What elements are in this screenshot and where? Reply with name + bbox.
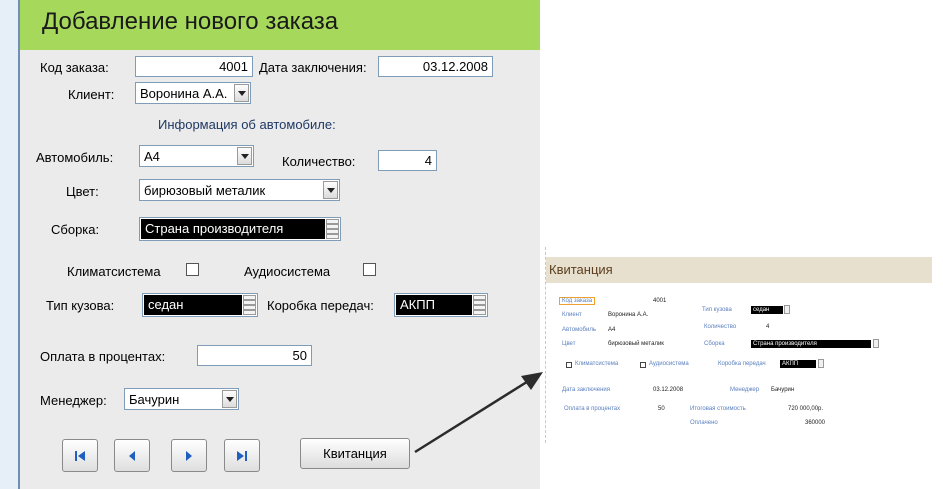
receipt-preview: Квитанция Код заказа 4001 Тип кузова сед… [545,247,932,443]
scroll-up-icon[interactable] [473,295,486,305]
order-code-label: Код заказа: [40,60,109,75]
assembly-value: Страна производителя [141,219,325,239]
receipt-title: Квитанция [549,262,613,277]
receipt-client-value: Воронина А.А. [608,312,649,318]
receipt-order-code-label: Код заказа [559,297,596,305]
chevron-down-icon[interactable] [234,84,249,102]
receipt-body-type-label: Тип кузова [702,307,732,313]
body-type-label: Тип кузова: [46,298,115,313]
assembly-listbox[interactable]: Страна производителя [139,217,341,241]
receipt-order-code-value: 4001 [653,298,667,304]
color-label: Цвет: [66,184,99,199]
first-record-icon [75,450,85,461]
receipt-body-type-value: седан [751,306,783,314]
payment-field[interactable]: 50 [197,345,312,366]
color-combo[interactable]: бирюзовый металик [139,179,340,201]
arrow-icon [414,372,543,454]
assembly-scroll[interactable] [326,219,339,239]
previous-record-icon [129,450,135,461]
body-type-listbox[interactable]: седан [142,293,258,317]
color-value: бирюзовый металик [144,183,266,198]
chevron-down-icon[interactable] [323,181,338,199]
receipt-quantity-label: Количество [704,324,737,330]
receipt-quantity-value: 4 [766,324,770,330]
manager-combo[interactable]: Бачурин [124,388,239,410]
receipt-body-type-spin [784,305,790,314]
gearbox-value: АКПП [396,295,472,315]
chevron-down-icon[interactable] [237,147,252,165]
climate-checkbox[interactable] [186,263,199,276]
gearbox-scroll[interactable] [473,295,486,315]
form-header: Добавление нового заказа [0,0,540,50]
client-value: Воронина А.А. [140,86,228,101]
date-label: Дата заключения: [259,60,367,75]
assembly-label: Сборка: [51,222,100,237]
receipt-car-value: А4 [608,327,616,333]
receipt-climate-checkbox [566,362,572,368]
scroll-down-icon[interactable] [243,305,256,315]
receipt-paid-value: 360000 [805,420,826,426]
receipt-manager-label: Менеджер [730,387,760,393]
last-record-button[interactable] [224,439,260,472]
receipt-date-label: Дата заключения [562,387,610,393]
scroll-up-icon[interactable] [326,219,339,229]
receipt-car-label: Автомобиль [562,327,596,333]
date-field[interactable]: 03.12.2008 [378,56,493,77]
next-record-button[interactable] [171,439,207,472]
receipt-color-value: бирюзовый металик [608,341,664,347]
receipt-payment-value: 50 [658,406,665,412]
scroll-down-icon[interactable] [326,229,339,239]
payment-label: Оплата в процентах: [40,349,166,364]
receipt-total-value: 720 000,00р. [788,406,824,412]
receipt-gearbox-label: Коробка передач [718,361,766,367]
receipt-audio-label: Аудиосистема [649,361,689,367]
gearbox-listbox[interactable]: АКПП [394,293,488,317]
receipt-gearbox-value: АКПП [780,360,816,368]
receipt-manager-value: Бачурин [771,387,795,393]
client-label: Клиент: [68,87,115,102]
next-record-icon [186,450,192,461]
receipt-assembly-spin [873,339,879,348]
record-selector-strip [0,0,20,489]
client-combo[interactable]: Воронина А.А. [135,82,251,104]
receipt-color-label: Цвет [562,341,576,347]
quantity-label: Количество: [282,154,356,169]
receipt-assembly-label: Сборка [704,341,725,347]
car-label: Автомобиль: [36,150,114,165]
receipt-payment-label: Оплата в процентах [564,406,621,412]
receipt-climate-label: Климатсистема [575,361,619,367]
audio-label: Аудиосистема [244,264,331,279]
receipt-date-value: 03.12.2008 [653,387,684,393]
audio-checkbox[interactable] [363,263,376,276]
car-combo[interactable]: А4 [139,145,254,167]
receipt-assembly-value: Страна производителя [751,340,871,348]
quantity-field[interactable]: 4 [378,150,437,171]
previous-record-button[interactable] [114,439,150,472]
climate-label: Климатсистема [67,264,161,279]
scroll-up-icon[interactable] [243,295,256,305]
manager-label: Менеджер: [40,393,107,408]
car-info-heading: Информация об автомобиле: [158,117,336,132]
receipt-header: Квитанция [546,257,932,283]
gearbox-label: Коробка передач: [267,298,374,313]
receipt-paid-label: Оплачено [690,420,718,426]
last-record-icon [237,450,247,461]
manager-value: Бачурин [129,392,180,407]
chevron-down-icon[interactable] [222,390,237,408]
receipt-client-label: Клиент [562,312,582,318]
receipt-gearbox-spin [818,359,824,368]
first-record-button[interactable] [62,439,98,472]
body-type-scroll[interactable] [243,295,256,315]
order-code-field[interactable]: 4001 [135,56,253,77]
receipt-button[interactable]: Квитанция [300,438,410,469]
receipt-total-label: Итоговая стоимость [690,406,746,412]
form-title: Добавление нового заказа [42,8,339,35]
scroll-down-icon[interactable] [473,305,486,315]
car-value: А4 [144,149,160,164]
body-type-value: седан [144,295,242,315]
receipt-audio-checkbox [640,362,646,368]
